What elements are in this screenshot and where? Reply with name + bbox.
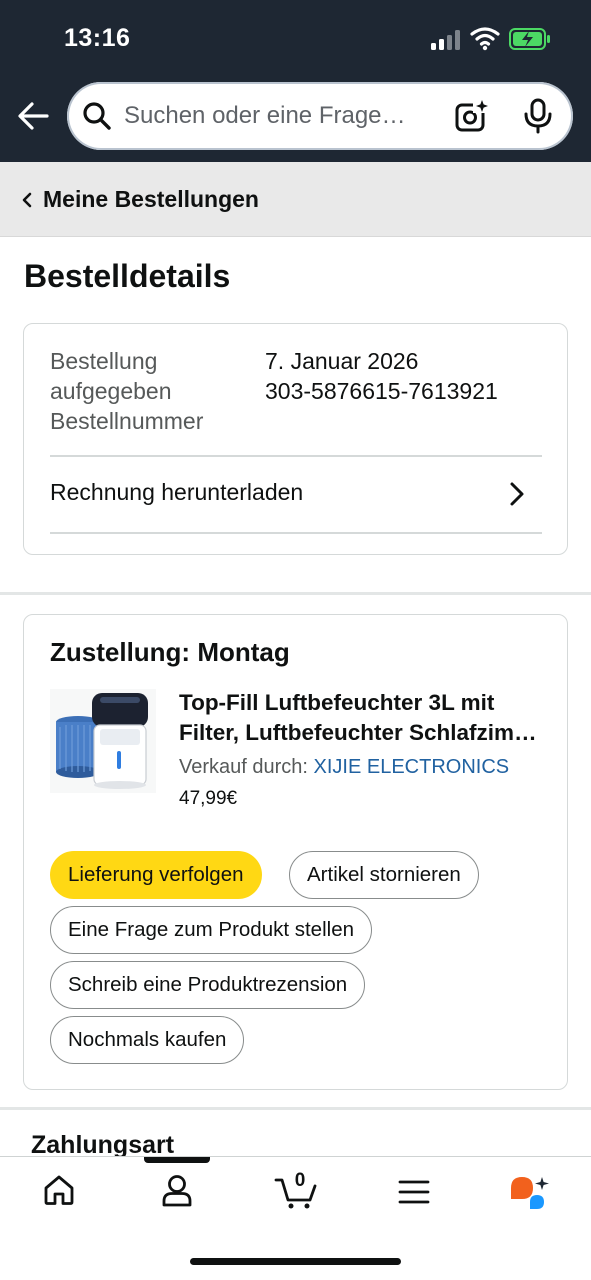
section-divider bbox=[0, 592, 591, 595]
camera-lens-search-icon[interactable] bbox=[455, 99, 489, 133]
order-placed-label: Bestellung aufgegeben bbox=[50, 348, 172, 404]
seller-prefix: Verkauf durch: bbox=[179, 756, 308, 778]
product-title-line[interactable]: Filter, Luftbefeuchter Schlafzimmer bbox=[179, 718, 551, 748]
order-placed-date: 7. Januar 2026 bbox=[265, 348, 419, 374]
product-image[interactable] bbox=[50, 689, 156, 793]
home-icon[interactable] bbox=[43, 1174, 75, 1206]
order-number: 303-5876615-7613921 bbox=[265, 378, 498, 404]
buy-again-button[interactable]: Nochmals kaufen bbox=[50, 1016, 245, 1064]
delivery-status-title: Zustellung: Montag bbox=[50, 637, 290, 667]
product-title[interactable]: Top-Fill Luftbefeuchter 3L mit Filter, L… bbox=[179, 688, 551, 748]
cancel-item-button[interactable]: Artikel stornieren bbox=[289, 851, 479, 899]
ask-product-question-button[interactable]: Eine Frage zum Produkt stellen bbox=[50, 906, 372, 954]
breadcrumb-label[interactable]: Meine Bestellungen bbox=[43, 186, 259, 213]
rufus-assistant-icon[interactable] bbox=[509, 1175, 551, 1213]
microphone-icon[interactable] bbox=[523, 98, 553, 134]
search-icon bbox=[83, 102, 111, 130]
delivery-card: Zustellung: Montag Top-Fill Luftbefeucht… bbox=[23, 614, 568, 1090]
search-input[interactable] bbox=[124, 96, 444, 136]
status-time: 13:16 bbox=[64, 24, 131, 52]
battery-charging-icon bbox=[509, 28, 550, 50]
page-title: Bestelldetails bbox=[24, 258, 231, 294]
back-arrow-icon[interactable] bbox=[16, 99, 50, 133]
active-tab-indicator bbox=[144, 1157, 210, 1163]
home-indicator bbox=[190, 1258, 401, 1265]
product-title-line[interactable]: Top-Fill Luftbefeuchter 3L mit bbox=[179, 688, 551, 718]
section-divider bbox=[0, 1107, 591, 1110]
account-icon[interactable] bbox=[161, 1174, 193, 1208]
download-invoice-label[interactable]: Rechnung herunterladen bbox=[50, 479, 303, 506]
cart-count-badge: 0 bbox=[294, 1170, 306, 1191]
wifi-icon bbox=[470, 27, 500, 51]
menu-icon[interactable] bbox=[398, 1179, 430, 1205]
seller-link[interactable]: XIJIE ELECTRONICS bbox=[314, 756, 510, 778]
track-delivery-button[interactable]: Lieferung verfolgen bbox=[50, 851, 262, 899]
search-bar[interactable] bbox=[67, 82, 573, 150]
download-invoice-row[interactable]: Rechnung herunterladen bbox=[24, 457, 569, 533]
order-info-labels: Bestellung aufgegeben Bestellnummer bbox=[50, 346, 240, 436]
chevron-left-icon bbox=[22, 192, 32, 208]
order-number-label: Bestellnummer bbox=[50, 408, 204, 434]
order-summary-card: Bestellung aufgegeben Bestellnummer 7. J… bbox=[23, 323, 568, 555]
cellular-signal-icon bbox=[431, 30, 463, 50]
divider bbox=[50, 532, 542, 534]
app-header: 13:16 bbox=[0, 0, 591, 162]
write-review-button[interactable]: Schreib eine Produktrezension bbox=[50, 961, 366, 1009]
chevron-right-icon bbox=[510, 482, 524, 506]
product-price: 47,99€ bbox=[179, 788, 238, 809]
seller-row: Verkauf durch: XIJIE ELECTRONICS bbox=[179, 756, 509, 779]
breadcrumb[interactable]: Meine Bestellungen bbox=[0, 162, 591, 237]
